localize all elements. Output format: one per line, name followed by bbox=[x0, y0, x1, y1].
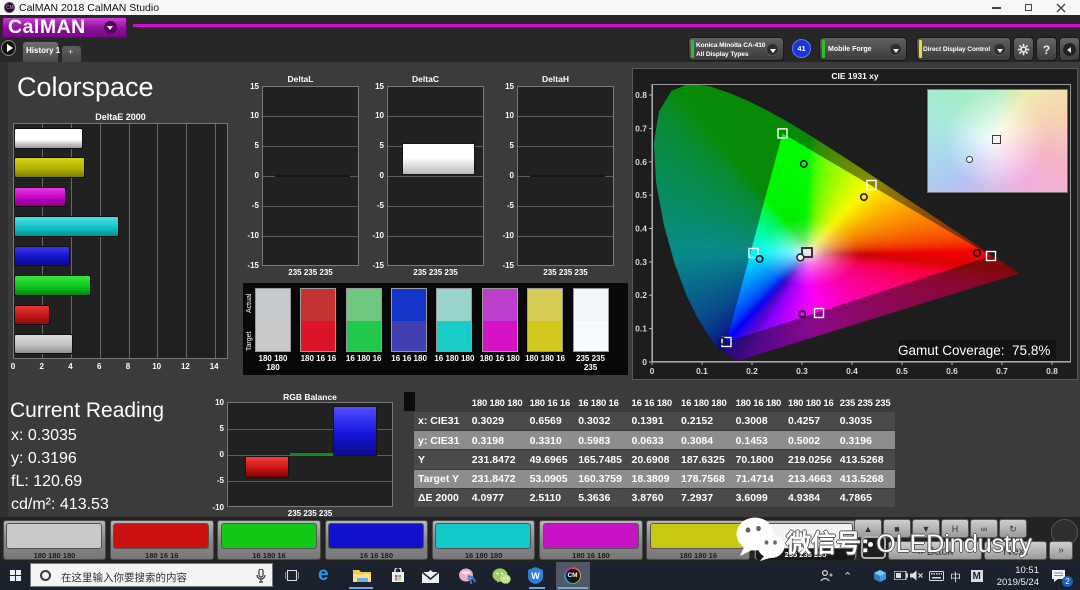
svg-text:0.7: 0.7 bbox=[635, 123, 647, 133]
svg-text:0.5: 0.5 bbox=[635, 190, 647, 200]
svg-text:0.8: 0.8 bbox=[1046, 366, 1058, 376]
svg-text:0: 0 bbox=[642, 357, 647, 367]
svg-text:W: W bbox=[531, 571, 540, 581]
svg-text:0.1: 0.1 bbox=[696, 366, 708, 376]
svg-text:0.4: 0.4 bbox=[846, 366, 858, 376]
svg-text:0.3: 0.3 bbox=[796, 366, 808, 376]
svg-text:0.6: 0.6 bbox=[946, 366, 958, 376]
svg-text:0.8: 0.8 bbox=[635, 90, 647, 100]
svg-text:0.2: 0.2 bbox=[635, 290, 647, 300]
svg-text:0.2: 0.2 bbox=[746, 366, 758, 376]
svg-text:0.4: 0.4 bbox=[635, 224, 647, 234]
svg-text:0.7: 0.7 bbox=[996, 366, 1008, 376]
svg-text:0.3: 0.3 bbox=[635, 257, 647, 267]
svg-text:0.5: 0.5 bbox=[896, 366, 908, 376]
svg-text:0: 0 bbox=[650, 366, 655, 376]
svg-text:0.6: 0.6 bbox=[635, 157, 647, 167]
svg-text:0.1: 0.1 bbox=[635, 324, 647, 334]
